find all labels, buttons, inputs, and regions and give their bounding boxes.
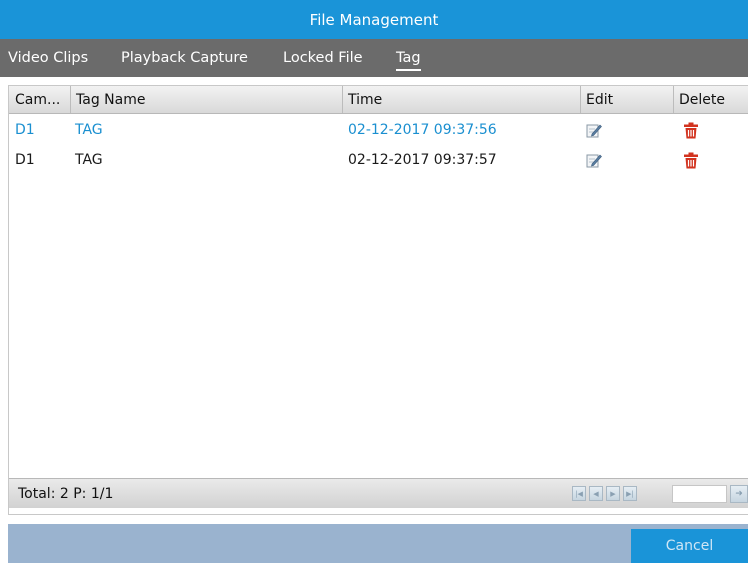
column-header-camera[interactable]: Cam...: [9, 86, 70, 113]
column-header-label: Edit: [586, 91, 614, 108]
go-icon[interactable]: ➜: [730, 485, 748, 503]
delete-button[interactable]: [683, 115, 699, 145]
tab-label: Video Clips: [8, 50, 89, 66]
tab-label: Tag: [396, 50, 421, 66]
tab-tag[interactable]: Tag: [396, 39, 421, 77]
delete-button[interactable]: [683, 145, 699, 175]
tag-list-panel: Cam... Tag Name Time Edit Delete D1 TAG …: [8, 85, 748, 515]
trash-icon: [684, 122, 698, 138]
table-row[interactable]: D1 TAG 02-12-2017 09:37:57: [9, 145, 748, 175]
page-number-input[interactable]: [672, 485, 727, 503]
tab-label: Locked File: [283, 50, 363, 66]
tab-bar: Video Clips Playback Capture Locked File…: [0, 39, 748, 77]
cancel-label: Cancel: [665, 538, 714, 554]
edit-button[interactable]: [586, 145, 602, 175]
column-header-label: Tag Name: [76, 91, 146, 108]
trash-icon: [684, 152, 698, 168]
last-page-icon[interactable]: ▶|: [623, 486, 637, 501]
time-cell: 02-12-2017 09:37:56: [348, 122, 497, 138]
prev-page-icon[interactable]: ◀: [589, 486, 603, 501]
column-header-delete[interactable]: Delete: [673, 86, 748, 113]
table-header: Cam... Tag Name Time Edit Delete: [9, 86, 748, 114]
column-header-edit[interactable]: Edit: [580, 86, 673, 113]
table-body: D1 TAG 02-12-2017 09:37:56 D1 TAG 02-12-…: [9, 115, 748, 175]
column-header-time[interactable]: Time: [342, 86, 580, 113]
tag-name-cell: TAG: [75, 152, 103, 168]
tab-playback-capture[interactable]: Playback Capture: [121, 39, 248, 77]
table-row[interactable]: D1 TAG 02-12-2017 09:37:56: [9, 115, 748, 145]
first-page-icon[interactable]: |◀: [572, 486, 586, 501]
tab-video-clips[interactable]: Video Clips: [8, 39, 88, 77]
tag-name-cell: TAG: [75, 122, 103, 138]
column-header-label: Cam...: [15, 91, 61, 108]
total-count: Total: 2 P: 1/1: [18, 486, 114, 502]
column-header-label: Time: [348, 91, 383, 108]
window-title-bar: File Management: [0, 0, 748, 39]
edit-button[interactable]: [586, 115, 602, 145]
edit-pencil-icon: [586, 124, 602, 138]
status-bar: Total: 2 P: 1/1 |◀ ◀ ▶ ▶| ➜: [9, 478, 748, 508]
time-cell: 02-12-2017 09:37:57: [348, 152, 497, 168]
column-header-tag-name[interactable]: Tag Name: [70, 86, 342, 113]
cancel-button[interactable]: Cancel: [631, 529, 748, 563]
column-header-label: Delete: [679, 91, 725, 108]
tab-locked-file[interactable]: Locked File: [283, 39, 363, 77]
next-page-icon[interactable]: ▶: [606, 486, 620, 501]
camera-cell: D1: [15, 152, 35, 168]
window-title: File Management: [309, 10, 439, 29]
camera-cell: D1: [15, 122, 35, 138]
tab-label: Playback Capture: [121, 50, 248, 66]
edit-pencil-icon: [586, 154, 602, 168]
